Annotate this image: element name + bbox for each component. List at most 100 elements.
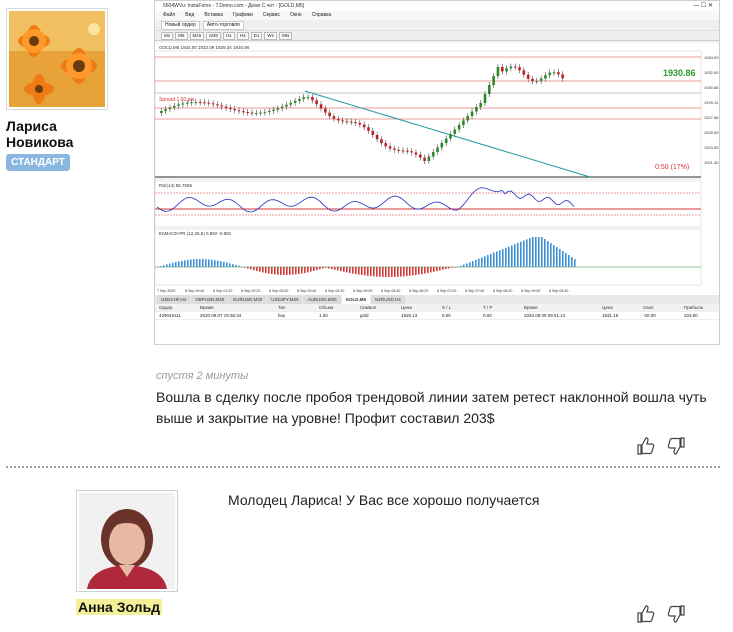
column-header: Прибыль <box>684 305 704 310</box>
column-header: Тип <box>278 305 286 310</box>
macd-bar <box>361 267 363 276</box>
macd-bar <box>196 259 198 267</box>
thumbs-up-icon[interactable] <box>636 436 656 456</box>
candle <box>194 102 198 104</box>
candle <box>375 134 379 140</box>
macd-bar <box>487 255 489 267</box>
table-cell: 0.00 <box>483 313 492 318</box>
macd-bar <box>394 267 396 277</box>
candle <box>466 116 470 121</box>
candle <box>280 106 284 109</box>
macd-bar <box>493 252 495 267</box>
autotrade-button: Авто-торговля <box>202 20 244 30</box>
macd-bar <box>226 262 228 267</box>
macd-bar <box>457 267 459 268</box>
candle <box>483 94 487 103</box>
divider-dot: · <box>156 438 159 447</box>
table-cell: -20.00 <box>643 313 656 318</box>
macd-bar <box>238 265 240 267</box>
macd-bar <box>175 262 177 267</box>
candle <box>539 78 543 81</box>
macd-bar <box>502 249 504 267</box>
candle <box>198 102 202 104</box>
time-tick-label: 8 Sep 04:20 <box>325 289 344 293</box>
candle <box>380 139 383 144</box>
candle <box>289 102 293 105</box>
candle <box>449 134 452 139</box>
comment-post: Лариса Новикова СТАНДАРТ 5604WVu: InstaF… <box>0 0 733 466</box>
macd-bar <box>433 267 435 272</box>
macd-bar <box>514 244 516 267</box>
macd-bar <box>391 267 393 277</box>
macd-bar <box>553 245 555 267</box>
countdown-label: 0:50 (17%) <box>655 164 689 171</box>
author-name[interactable]: Лариса Новикова <box>6 118 73 150</box>
thumbs-down-icon[interactable] <box>666 604 686 624</box>
candle <box>263 111 267 113</box>
candle <box>319 104 323 109</box>
trading-screenshot[interactable]: 5604WVu: InstaForex - T.Demo.com - Демо … <box>154 0 720 345</box>
thumbs-down-icon[interactable] <box>666 436 686 456</box>
candle <box>488 85 491 94</box>
column-header: S / L <box>442 305 452 310</box>
candle <box>535 80 539 82</box>
macd-bar <box>517 243 519 267</box>
macd-bar <box>235 264 237 267</box>
author-avatar[interactable] <box>6 8 108 110</box>
candle <box>496 67 500 76</box>
candle <box>544 75 547 79</box>
macd-bar <box>211 259 213 267</box>
column-header: Своп <box>643 305 654 310</box>
macd-bar <box>229 263 231 267</box>
window-title: 5604WVu: InstaForex - T.Demo.com - Демо … <box>163 3 305 9</box>
candle <box>272 109 275 111</box>
time-tick-label: 8 Sep 03:00 <box>269 289 288 293</box>
candle <box>436 147 439 152</box>
macd-bar <box>484 256 486 267</box>
timeframe-m1: M1 <box>161 31 174 40</box>
macd-bar <box>343 267 345 272</box>
table-cell: 429049111 <box>159 313 181 318</box>
table-cell: 1.00 <box>319 313 328 318</box>
candle <box>552 72 556 74</box>
candle <box>229 107 232 110</box>
macd-bar <box>346 267 348 273</box>
reply-author-name[interactable]: Анна Зольд <box>76 599 163 615</box>
candle <box>207 102 211 104</box>
macd-bar <box>466 263 468 267</box>
macd-bar <box>388 267 390 277</box>
macd-bar <box>460 265 462 267</box>
candle <box>513 66 517 68</box>
macd-bar <box>568 255 570 267</box>
reply-author-avatar[interactable] <box>76 490 178 592</box>
time-tick-label: 8 Sep 07:40 <box>465 289 484 293</box>
price-chart: GOLD,M5 1932.00 1932.09 1929.34 1930.86 … <box>155 43 719 295</box>
macd-bar <box>574 259 576 267</box>
macd-bar <box>202 259 204 267</box>
macd-bar <box>496 251 498 267</box>
macd-bar <box>448 267 450 269</box>
macd-bar <box>397 267 399 277</box>
column-header: Цена <box>602 305 613 310</box>
symbol-tab: NZDUSD,H4 <box>371 295 405 304</box>
timeframe-h1: H1 <box>223 31 235 40</box>
macd-bar <box>295 267 297 275</box>
menu-window: Окно <box>289 12 302 18</box>
macd-bar <box>256 267 258 272</box>
macd-bar <box>352 267 354 274</box>
macd-bar <box>328 267 330 269</box>
macd-bar <box>340 267 342 272</box>
macd-bar <box>373 267 375 277</box>
macd-bar <box>223 261 225 267</box>
macd-bar <box>283 267 285 275</box>
macd-bar <box>421 267 423 275</box>
macd-bar <box>313 267 315 271</box>
table-cell: gold <box>360 313 369 318</box>
price-label: 1930.86 <box>663 68 696 78</box>
thumbs-up-icon[interactable] <box>636 604 656 624</box>
candle <box>423 157 426 161</box>
macd-bar <box>205 259 207 267</box>
price-tick-label: 1921.30 <box>704 160 719 165</box>
reply-post: Анна Зольд Молодец Лариса! У Вас все хор… <box>0 478 733 632</box>
macd-bar <box>178 261 180 267</box>
